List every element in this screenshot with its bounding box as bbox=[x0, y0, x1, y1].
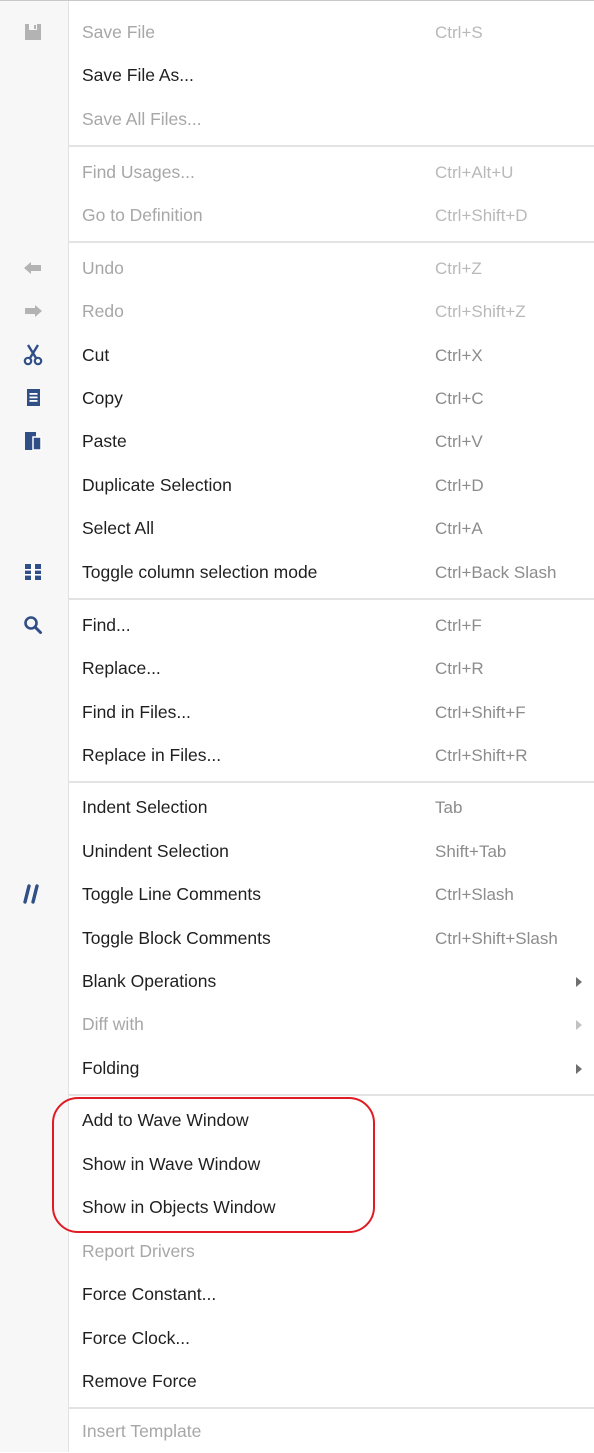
menu-item-shortcut: Ctrl+Shift+F bbox=[435, 703, 526, 722]
menu-item-folding[interactable]: Folding bbox=[0, 1047, 594, 1090]
redo-icon bbox=[20, 298, 46, 324]
menu-item-shortcut: Ctrl+Shift+D bbox=[435, 206, 528, 225]
menu-item-shortcut: Ctrl+Shift+R bbox=[435, 746, 528, 765]
menu-item-shortcut: Ctrl+D bbox=[435, 476, 484, 495]
menu-item-undo[interactable]: Undo Ctrl+Z bbox=[0, 247, 594, 290]
menu-item-remove-force[interactable]: Remove Force bbox=[0, 1360, 594, 1403]
menu-item-go-to-definition[interactable]: Go to Definition Ctrl+Shift+D bbox=[0, 194, 594, 237]
menu-item-save-file-as[interactable]: Save File As... bbox=[0, 54, 594, 97]
menu-item-shortcut: Ctrl+V bbox=[435, 432, 483, 451]
menu-item-label: Find... bbox=[82, 615, 131, 635]
menu-item-label: Replace... bbox=[82, 658, 161, 678]
menu-item-toggle-column-selection[interactable]: Toggle column selection mode Ctrl+Back S… bbox=[0, 551, 594, 594]
submenu-arrow-icon bbox=[576, 1064, 582, 1074]
menu-item-label: Replace in Files... bbox=[82, 745, 222, 765]
menu-item-label: Force Clock... bbox=[82, 1328, 190, 1348]
comment-icon bbox=[20, 881, 46, 907]
menu-item-label: Find in Files... bbox=[82, 702, 191, 722]
menu-item-shortcut: Ctrl+Shift+Slash bbox=[435, 929, 558, 948]
menu-item-find-usages[interactable]: Find Usages... Ctrl+Alt+U bbox=[0, 151, 594, 194]
menu-item-copy[interactable]: Copy Ctrl+C bbox=[0, 377, 594, 420]
menu-item-shortcut: Ctrl+S bbox=[435, 23, 483, 42]
menu-item-label: Save File As... bbox=[82, 65, 194, 85]
menu-item-label: Go to Definition bbox=[82, 205, 203, 225]
menu-item-label: Save All Files... bbox=[82, 109, 202, 129]
menu-item-duplicate-selection[interactable]: Duplicate Selection Ctrl+D bbox=[0, 464, 594, 507]
menu-item-insert-template[interactable]: Insert Template bbox=[0, 1410, 594, 1453]
menu-item-indent-selection[interactable]: Indent Selection Tab bbox=[0, 786, 594, 829]
menu-item-toggle-block-comments[interactable]: Toggle Block Comments Ctrl+Shift+Slash bbox=[0, 917, 594, 960]
menu-item-label: Undo bbox=[82, 258, 124, 278]
menu-item-label: Redo bbox=[82, 301, 124, 321]
menu-separator bbox=[68, 598, 594, 600]
menu-item-save-file[interactable]: Save File Ctrl+S bbox=[0, 11, 594, 54]
menu-item-label: Unindent Selection bbox=[82, 841, 229, 861]
menu-item-shortcut: Ctrl+C bbox=[435, 389, 484, 408]
editor-context-menu: Save File Ctrl+S Save File As... Save Al… bbox=[0, 0, 594, 1452]
menu-item-label: Insert Template bbox=[82, 1421, 202, 1441]
menu-item-redo[interactable]: Redo Ctrl+Shift+Z bbox=[0, 290, 594, 333]
menu-item-save-all-files[interactable]: Save All Files... bbox=[0, 98, 594, 141]
menu-item-replace[interactable]: Replace... Ctrl+R bbox=[0, 647, 594, 690]
menu-item-label: Paste bbox=[82, 431, 127, 451]
menu-item-find[interactable]: Find... Ctrl+F bbox=[0, 604, 594, 647]
menu-item-label: Select All bbox=[82, 518, 154, 538]
menu-item-shortcut: Ctrl+A bbox=[435, 519, 483, 538]
menu-item-shortcut: Tab bbox=[435, 798, 463, 817]
menu-item-shortcut: Ctrl+Back Slash bbox=[435, 563, 557, 582]
paste-icon bbox=[20, 428, 46, 454]
menu-item-shortcut: Ctrl+Alt+U bbox=[435, 163, 514, 182]
menu-item-label: Find Usages... bbox=[82, 162, 195, 182]
menu-item-find-in-files[interactable]: Find in Files... Ctrl+Shift+F bbox=[0, 691, 594, 734]
menu-separator bbox=[68, 781, 594, 783]
menu-item-force-constant[interactable]: Force Constant... bbox=[0, 1273, 594, 1316]
search-icon bbox=[20, 612, 46, 638]
menu-item-label: Folding bbox=[82, 1058, 140, 1078]
menu-item-shortcut: Ctrl+Z bbox=[435, 259, 482, 278]
undo-icon bbox=[20, 255, 46, 281]
menu-item-label: Force Constant... bbox=[82, 1284, 217, 1304]
menu-item-label: Duplicate Selection bbox=[82, 475, 232, 495]
menu-item-replace-in-files[interactable]: Replace in Files... Ctrl+Shift+R bbox=[0, 734, 594, 777]
red-highlight-annotation bbox=[52, 1097, 375, 1233]
menu-item-shortcut: Shift+Tab bbox=[435, 842, 507, 861]
menu-item-shortcut: Ctrl+F bbox=[435, 616, 482, 635]
menu-item-label: Save File bbox=[82, 22, 155, 42]
menu-item-shortcut: Ctrl+Slash bbox=[435, 885, 514, 904]
menu-item-label: Toggle Line Comments bbox=[82, 884, 261, 904]
cut-icon bbox=[20, 342, 46, 368]
save-icon bbox=[20, 19, 46, 45]
menu-item-label: Diff with bbox=[82, 1014, 144, 1034]
copy-icon bbox=[20, 385, 46, 411]
menu-item-label: Toggle column selection mode bbox=[82, 562, 318, 582]
menu-item-label: Toggle Block Comments bbox=[82, 928, 271, 948]
menu-item-cut[interactable]: Cut Ctrl+X bbox=[0, 334, 594, 377]
menu-item-select-all[interactable]: Select All Ctrl+A bbox=[0, 507, 594, 550]
menu-item-label: Report Drivers bbox=[82, 1241, 195, 1261]
menu-item-paste[interactable]: Paste Ctrl+V bbox=[0, 420, 594, 463]
menu-separator bbox=[68, 145, 594, 147]
menu-item-report-drivers[interactable]: Report Drivers bbox=[0, 1230, 594, 1273]
menu-item-shortcut: Ctrl+Shift+Z bbox=[435, 302, 526, 321]
menu-separator bbox=[68, 1094, 594, 1096]
menu-item-shortcut: Ctrl+X bbox=[435, 346, 483, 365]
menu-item-toggle-line-comments[interactable]: Toggle Line Comments Ctrl+Slash bbox=[0, 873, 594, 916]
column-selection-icon bbox=[20, 559, 46, 585]
menu-item-label: Blank Operations bbox=[82, 971, 217, 991]
menu-item-shortcut: Ctrl+R bbox=[435, 659, 484, 678]
menu-item-force-clock[interactable]: Force Clock... bbox=[0, 1317, 594, 1360]
menu-item-blank-operations[interactable]: Blank Operations bbox=[0, 960, 594, 1003]
menu-item-label: Copy bbox=[82, 388, 123, 408]
menu-separator bbox=[68, 1407, 594, 1409]
menu-item-label: Indent Selection bbox=[82, 797, 208, 817]
menu-item-label: Cut bbox=[82, 345, 110, 365]
submenu-arrow-icon bbox=[576, 977, 582, 987]
menu-item-unindent-selection[interactable]: Unindent Selection Shift+Tab bbox=[0, 830, 594, 873]
menu-item-diff-with[interactable]: Diff with bbox=[0, 1003, 594, 1046]
submenu-arrow-icon bbox=[576, 1020, 582, 1030]
menu-item-label: Remove Force bbox=[82, 1371, 197, 1391]
menu-separator bbox=[68, 241, 594, 243]
